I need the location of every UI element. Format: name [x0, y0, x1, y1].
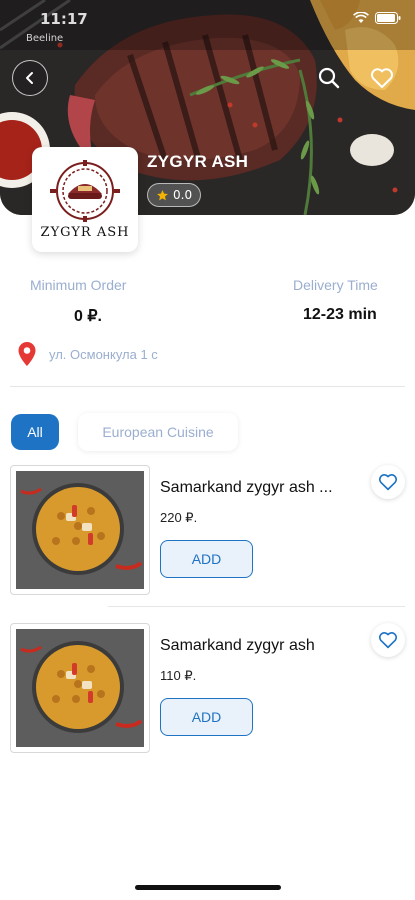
item-favorite-button[interactable] — [371, 465, 405, 499]
heart-outline-icon — [370, 68, 394, 88]
star-icon — [157, 189, 168, 200]
min-order-label: Minimum Order — [30, 277, 127, 293]
back-button[interactable] — [12, 60, 48, 96]
address-text: ул. Осмонкула 1 с — [49, 346, 158, 362]
favorite-button[interactable] — [367, 63, 397, 93]
item-favorite-button[interactable] — [371, 623, 405, 657]
status-time: 11:17 — [40, 10, 88, 28]
item-image[interactable] — [10, 623, 150, 753]
map-pin-icon — [18, 342, 36, 366]
rating-badge: 0.0 — [147, 183, 202, 207]
item-divider — [108, 606, 405, 607]
tab-european-cuisine[interactable]: European Cuisine — [78, 413, 238, 451]
home-indicator[interactable] — [135, 885, 281, 890]
back-arrow-icon — [26, 72, 33, 84]
status-icons — [353, 12, 401, 24]
restaurant-name: ZYGYR ASH — [147, 152, 249, 171]
delivery-time-label: Delivery Time — [293, 277, 378, 293]
heart-outline-icon — [378, 632, 398, 649]
add-to-cart-button[interactable]: ADD — [160, 698, 253, 736]
menu-item: Samarkand zygyr ash ... 220 ₽. ADD — [0, 463, 415, 603]
item-image[interactable] — [10, 465, 150, 595]
battery-icon — [375, 12, 401, 24]
logo-wordmark: ZYGYR ASH — [40, 224, 130, 240]
item-name: Samarkand zygyr ash ... — [160, 479, 333, 496]
delivery-time-value: 12-23 min — [303, 306, 377, 323]
tab-all[interactable]: All — [11, 414, 59, 450]
restaurant-logo: ZYGYR ASH — [32, 147, 138, 252]
item-price: 220 ₽. — [160, 510, 198, 525]
search-button[interactable] — [315, 64, 343, 92]
address-row[interactable]: ул. Осмонкула 1 с — [17, 341, 158, 367]
logo-emblem-icon — [50, 159, 120, 222]
item-name: Samarkand zygyr ash — [160, 637, 315, 654]
status-carrier: Beeline — [26, 33, 64, 44]
item-price: 110 ₽. — [160, 668, 197, 683]
min-order-value: 0 ₽. — [74, 308, 102, 325]
search-icon — [318, 67, 340, 89]
add-to-cart-button[interactable]: ADD — [160, 540, 253, 578]
section-divider — [10, 386, 405, 387]
menu-item: Samarkand zygyr ash 110 ₽. ADD — [0, 621, 415, 761]
rating-value: 0.0 — [173, 188, 193, 202]
heart-outline-icon — [378, 474, 398, 491]
wifi-icon — [353, 12, 369, 23]
